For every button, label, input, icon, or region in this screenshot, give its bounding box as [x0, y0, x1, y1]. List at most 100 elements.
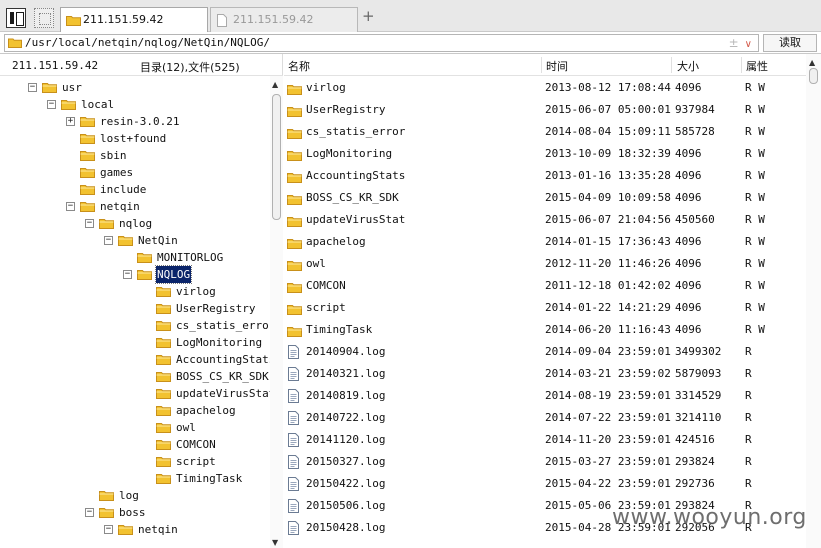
scroll-up-icon[interactable]: ▲ — [809, 58, 815, 67]
file-name: cs_statis_error — [306, 125, 406, 138]
file-row[interactable]: COMCON 2011-12-18 01:42:02 4096 R W — [284, 275, 806, 297]
file-attributes: R W — [745, 279, 765, 292]
chevron-down-icon[interactable]: ∨ — [745, 39, 752, 50]
sort-icon[interactable]: ± — [729, 36, 739, 50]
file-attributes: R — [745, 477, 752, 490]
tree-node-label: cs_statis_error — [176, 319, 270, 332]
file-attributes: R W — [745, 235, 765, 248]
file-name: owl — [306, 257, 326, 270]
file-size: 4096 — [675, 147, 702, 160]
folder-icon — [118, 523, 133, 540]
collapse-icon[interactable]: − — [85, 508, 94, 517]
file-row[interactable]: cs_statis_error 2014-08-04 15:09:11 585728… — [284, 121, 806, 143]
scroll-down-icon[interactable]: ▼ — [272, 538, 278, 547]
collapse-icon[interactable]: − — [104, 236, 113, 245]
folder-icon — [80, 183, 95, 200]
file-attributes: R — [745, 345, 752, 358]
scrollbar-thumb[interactable] — [809, 68, 818, 84]
file-row[interactable]: UserRegistry 2015-06-07 05:00:01 937984 R W — [284, 99, 806, 121]
tree-node-label: nqlog — [119, 217, 153, 230]
collapse-icon[interactable]: − — [28, 83, 37, 92]
file-attributes: R — [745, 411, 752, 424]
file-modified-time: 2014-03-21 23:59:02 — [545, 367, 671, 380]
expand-icon[interactable]: + — [66, 117, 75, 126]
folder-icon — [156, 421, 171, 438]
folder-icon — [99, 506, 114, 523]
folder-icon — [80, 166, 95, 183]
file-list-header: 名称 时间 大小 属性 — [284, 54, 821, 76]
file-name: LogMonitoring — [306, 147, 393, 160]
file-row[interactable]: 20140904.log 2014-09-04 23:59:01 3499302 R — [284, 341, 806, 363]
file-size: 450560 — [675, 213, 715, 226]
folder-icon — [80, 149, 95, 166]
file-name: BOSS_CS_KR_SDK — [306, 191, 399, 204]
toggle-panel-icon[interactable] — [6, 8, 26, 28]
file-attributes: R — [745, 367, 752, 380]
file-row[interactable]: 20141120.log 2014-11-20 23:59:01 424516 R — [284, 429, 806, 451]
tab-session-2[interactable]: 211.151.59.42 — [210, 7, 358, 32]
file-size: 4096 — [675, 235, 702, 248]
add-tab-button[interactable]: + — [362, 9, 375, 24]
tree-node-label: virlog — [176, 285, 216, 298]
tree-node-label: resin-3.0.21 — [100, 115, 180, 128]
file-modified-time: 2014-01-22 14:21:29 — [545, 301, 671, 314]
folder-icon — [156, 370, 171, 387]
file-name: UserRegistry — [306, 103, 386, 116]
file-row[interactable]: script 2014-01-22 14:21:29 4096 R W — [284, 297, 806, 319]
collapse-icon[interactable]: − — [85, 219, 94, 228]
file-row[interactable]: 20150327.log 2015-03-27 23:59:01 293824 R — [284, 451, 806, 473]
file-row[interactable]: TimingTask 2014-06-20 11:16:43 4096 R W — [284, 319, 806, 341]
blank-tab-icon[interactable] — [34, 8, 54, 28]
file-name: COMCON — [306, 279, 346, 292]
file-row[interactable]: AccountingStats 2013-01-16 13:35:28 4096 R … — [284, 165, 806, 187]
tree-node-label: apachelog — [176, 404, 236, 417]
file-row[interactable]: apachelog 2014-01-15 17:36:43 4096 R W — [284, 231, 806, 253]
column-header-time[interactable]: 时间 — [546, 58, 568, 74]
file-modified-time: 2011-12-18 01:42:02 — [545, 279, 671, 292]
file-name: 20141120.log — [306, 433, 386, 446]
folder-icon — [118, 234, 133, 251]
folder-icon — [156, 404, 171, 421]
path-input[interactable]: /usr/local/netqin/nqlog/NetQin/NQLOG/ ± ∨ — [4, 34, 759, 52]
file-size: 3214110 — [675, 411, 722, 424]
tree-node-label: NQLOG — [154, 265, 193, 284]
tree-node-label: script — [176, 455, 216, 468]
file-size: 4096 — [675, 301, 702, 314]
read-button[interactable]: 读取 — [763, 34, 817, 52]
column-header-attr[interactable]: 属性 — [746, 58, 768, 74]
file-name: script — [306, 301, 346, 314]
tree-node-label: COMCON — [176, 438, 216, 451]
file-row[interactable]: 20140722.log 2014-07-22 23:59:01 3214110 R — [284, 407, 806, 429]
folder-icon — [156, 302, 171, 319]
folder-icon — [156, 455, 171, 472]
file-modified-time: 2015-06-07 21:04:56 — [545, 213, 671, 226]
file-row[interactable]: 20140321.log 2014-03-21 23:59:02 5879093 R — [284, 363, 806, 385]
tree-node-label: TimingTask — [176, 472, 243, 485]
file-row[interactable]: virlog 2013-08-12 17:08:44 4096 R W — [284, 77, 806, 99]
tree-node-label: updateVirusStat — [176, 387, 270, 400]
collapse-icon[interactable]: − — [123, 270, 132, 279]
folder-icon — [42, 81, 57, 98]
tree-node-label: AccountingStats — [176, 353, 270, 366]
column-header-size[interactable]: 大小 — [677, 58, 699, 74]
column-header-name[interactable]: 名称 — [288, 58, 310, 74]
directory-panel: 211.151.59.42 目录(12),文件(525) − usr − local +… — [0, 54, 283, 548]
file-row[interactable]: BOSS_CS_KR_SDK 2015-04-09 10:09:58 4096 R W — [284, 187, 806, 209]
file-row[interactable]: owl 2012-11-20 11:46:26 4096 R W — [284, 253, 806, 275]
scrollbar-thumb[interactable] — [272, 94, 281, 220]
file-modified-time: 2015-04-09 10:09:58 — [545, 191, 671, 204]
file-row[interactable]: 20150422.log 2015-04-22 23:59:01 292736 R — [284, 473, 806, 495]
collapse-icon[interactable]: − — [66, 202, 75, 211]
collapse-icon[interactable]: − — [104, 525, 113, 534]
tree-scrollbar[interactable]: ▲ ▼ — [270, 76, 283, 548]
scroll-up-icon[interactable]: ▲ — [272, 80, 278, 89]
file-size: 585728 — [675, 125, 715, 138]
file-size: 4096 — [675, 169, 702, 182]
file-row[interactable]: LogMonitoring 2013-10-09 18:32:39 4096 R W — [284, 143, 806, 165]
collapse-icon[interactable]: − — [47, 100, 56, 109]
file-row[interactable]: updateVirusStat 2015-06-07 21:04:56 450560… — [284, 209, 806, 231]
file-list-scrollbar[interactable]: ▲ — [806, 54, 821, 548]
tab-session-1[interactable]: 211.151.59.42 — [60, 7, 208, 33]
folder-icon — [99, 217, 114, 234]
file-row[interactable]: 20140819.log 2014-08-19 23:59:01 3314529 R — [284, 385, 806, 407]
